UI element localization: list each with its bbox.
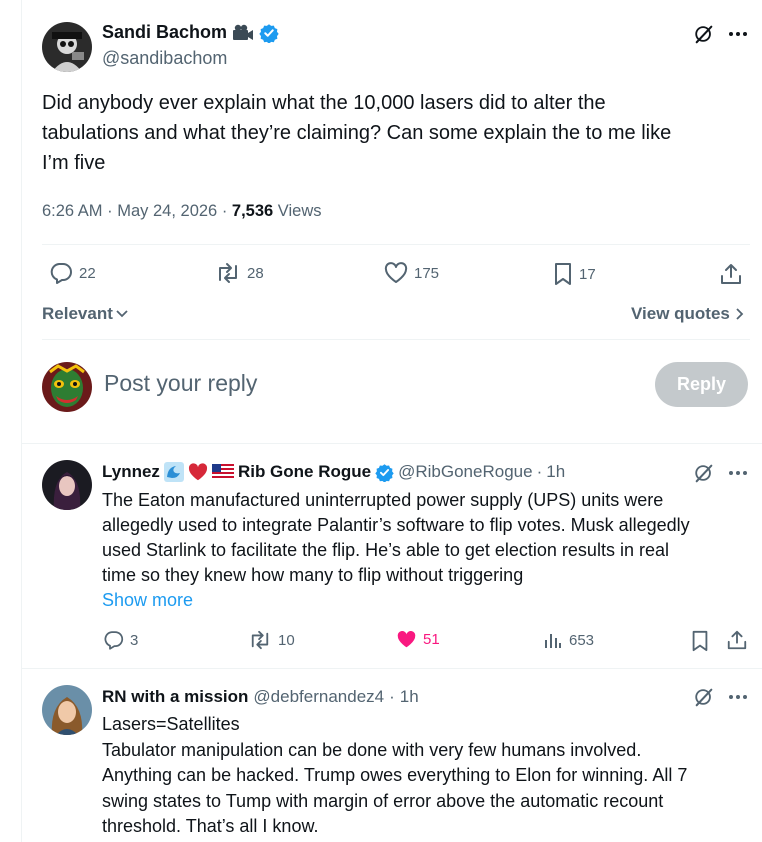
author-name[interactable]: Sandi Bachom — [102, 22, 227, 43]
reply-text-line: time so they knew how many to flip witho… — [102, 565, 524, 585]
repost-icon — [215, 262, 241, 284]
reply-author-handle[interactable]: @RibGoneRogue — [398, 462, 532, 482]
tweet-text-line: Did anybody ever explain what the 10,000… — [42, 92, 606, 114]
reply-author-name[interactable]: Lynnez — [102, 462, 160, 482]
reply-input[interactable]: Post your reply — [104, 370, 257, 397]
reply-count: 3 — [130, 631, 139, 649]
meta-separator: · — [536, 462, 543, 481]
reply-avatar[interactable] — [42, 685, 92, 735]
heart-filled-icon — [396, 630, 417, 649]
more-options-icon[interactable] — [727, 687, 749, 707]
wave-emoji-icon — [163, 462, 184, 482]
more-options-icon[interactable] — [727, 24, 749, 44]
reply-text-line: Tabulator manipulation can be done with … — [102, 739, 642, 760]
tweet-meta: 6:26 AM · May 24, 2026 · 7,536 Views — [42, 202, 322, 221]
repost-icon — [248, 630, 272, 650]
share-icon[interactable] — [726, 629, 748, 651]
show-more-link[interactable]: Show more — [102, 588, 752, 613]
more-options-icon[interactable] — [727, 463, 749, 483]
grok-icon[interactable] — [693, 23, 715, 45]
reply-text-line: allegedly used to integrate Palantir’s s… — [102, 515, 690, 535]
share-icon[interactable] — [719, 262, 743, 286]
grok-icon[interactable] — [693, 686, 715, 708]
reply-text-line: threshold. That’s all I know. — [102, 816, 319, 836]
bookmark-icon[interactable] — [690, 630, 710, 652]
sort-label: Relevant — [42, 304, 113, 323]
tweet-text-line: tabulations and what they’re claiming? C… — [42, 122, 672, 144]
reply-text-line: swing states to Tump with margin of erro… — [102, 790, 664, 811]
tweet-date[interactable]: May 24, 2026 — [117, 202, 217, 220]
us-flag-emoji-icon — [211, 464, 234, 480]
chevron-right-icon — [734, 307, 744, 321]
reply-text-line: The Eaton manufactured uninterrupted pow… — [102, 490, 664, 510]
reply-time[interactable]: 1h — [546, 462, 565, 482]
reply-button[interactable]: Reply — [655, 362, 748, 407]
tweet-time[interactable]: 6:26 AM — [42, 202, 103, 220]
analytics-icon — [543, 630, 563, 650]
divider — [42, 244, 750, 245]
view-quotes-link[interactable]: View quotes — [631, 304, 744, 324]
reply-avatar[interactable] — [42, 460, 92, 510]
heart-icon — [384, 262, 408, 284]
bookmark-count: 17 — [579, 265, 596, 283]
meta-separator: · — [107, 202, 113, 220]
reply-author-name[interactable]: RN with a mission — [102, 687, 248, 707]
views-count: 7,536 — [231, 202, 274, 220]
camera-emoji-icon — [232, 24, 254, 42]
divider — [22, 668, 762, 669]
column-border — [21, 0, 22, 842]
repost-action[interactable]: 28 — [215, 262, 264, 284]
verified-badge-icon[interactable] — [375, 463, 394, 482]
reply-author-handle[interactable]: @debfernandez4 — [253, 687, 384, 707]
reply-text: Lasers=Satellites Tabulator manipulation… — [102, 712, 752, 840]
reply-text-line: Lasers=Satellites — [102, 714, 240, 734]
reply-action[interactable]: 3 — [103, 630, 138, 650]
author-avatar[interactable] — [42, 22, 92, 72]
grok-icon[interactable] — [693, 462, 715, 484]
like-count: 51 — [423, 631, 440, 648]
repost-action[interactable]: 10 — [248, 630, 295, 650]
divider — [42, 339, 750, 340]
author-name-row: Sandi Bachom — [102, 22, 279, 43]
view-quotes-label: View quotes — [631, 304, 730, 323]
views-label: Views — [277, 202, 322, 220]
tweet-text: Did anybody ever explain what the 10,000… — [42, 88, 742, 178]
like-action[interactable]: 51 — [396, 630, 440, 649]
reply-author-name-suffix[interactable]: Rib Gone Rogue — [238, 462, 371, 482]
reply-action[interactable]: 22 — [49, 262, 96, 284]
divider — [22, 443, 762, 444]
like-action[interactable]: 175 — [384, 262, 439, 284]
reply-header: Lynnez Rib Gone Rogue @RibGoneRogue · 1h — [102, 462, 565, 482]
repost-count: 10 — [278, 631, 295, 649]
reply-header: RN with a mission @debfernandez4 · 1h — [102, 687, 419, 707]
reply-text-line: Anything can be hacked. Trump owes every… — [102, 765, 688, 785]
views-count: 653 — [569, 631, 595, 649]
repost-count: 28 — [247, 264, 264, 282]
heart-emoji-icon — [188, 463, 208, 481]
tweet-text-line: I’m five — [42, 152, 106, 174]
my-avatar[interactable] — [42, 362, 92, 412]
views-action[interactable]: 653 — [543, 630, 594, 650]
reply-text-line: used Starlink to facilitate the flip. He… — [102, 540, 669, 560]
verified-badge-icon[interactable] — [259, 23, 279, 43]
like-count: 175 — [414, 264, 440, 282]
reply-icon — [103, 630, 124, 650]
reply-time[interactable]: 1h — [400, 687, 419, 707]
bookmark-icon — [553, 262, 573, 286]
sort-dropdown[interactable]: Relevant — [42, 304, 129, 324]
reply-text: The Eaton manufactured uninterrupted pow… — [102, 488, 752, 613]
author-handle[interactable]: @sandibachom — [102, 48, 227, 69]
meta-separator: · — [389, 687, 395, 706]
bookmark-action[interactable]: 17 — [553, 262, 596, 286]
meta-separator: · — [221, 202, 228, 220]
reply-icon — [49, 262, 73, 284]
chevron-down-icon — [115, 309, 129, 319]
reply-count: 22 — [79, 264, 96, 282]
